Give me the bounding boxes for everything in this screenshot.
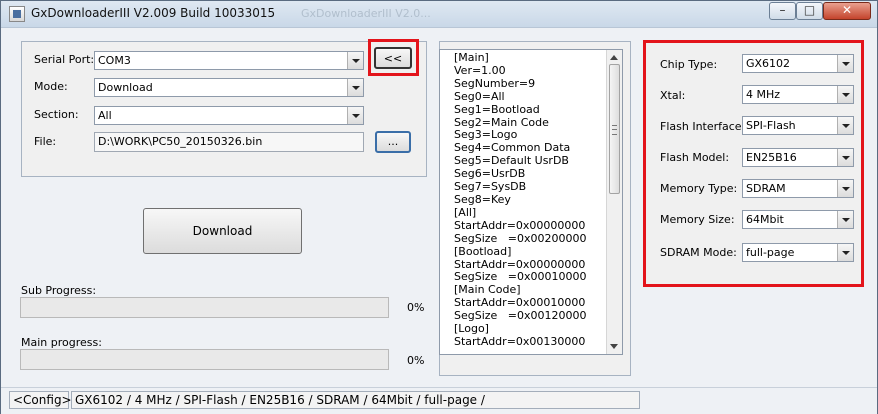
grip-icon — [612, 125, 617, 135]
chevron-down-icon — [837, 86, 853, 103]
main-progress-label: Main progress: — [21, 336, 102, 349]
minimize-button[interactable]: – — [769, 2, 796, 20]
status-config-summary-cell: GX6102 / 4 MHz / SPI-Flash / EN25B16 / S… — [71, 391, 640, 409]
browse-button[interactable]: ... — [375, 131, 411, 153]
config-line: StartAddr=0x00130000 — [454, 334, 586, 348]
maximize-icon: □ — [803, 3, 816, 17]
scroll-thumb[interactable] — [609, 64, 620, 194]
status-config-label: <Config> — [13, 393, 72, 407]
main-progress-bar — [20, 349, 389, 370]
main-progress-percent: 0% — [407, 354, 425, 367]
serial-port-label: Serial Port: — [34, 53, 95, 66]
sdram-mode-label: SDRAM Mode: — [660, 246, 737, 259]
status-config-summary: GX6102 / 4 MHz / SPI-Flash / EN25B16 / S… — [75, 393, 485, 407]
chevron-down-icon — [837, 117, 853, 134]
minimize-icon: – — [779, 3, 786, 17]
file-path-field[interactable]: D:\WORK\PC50_20150326.bin — [94, 132, 364, 152]
memory-type-select[interactable]: SDRAM — [742, 179, 854, 198]
status-config-label-cell: <Config> — [9, 391, 72, 409]
chevron-down-icon — [837, 55, 853, 72]
config-listbox[interactable]: [Main] Ver=1.00 SegNumber=9 Seg0=All Seg1=Bo… — [439, 49, 623, 355]
flash-interface-select[interactable]: SPI-Flash — [742, 116, 854, 135]
chevron-down-icon — [837, 244, 853, 261]
config-line: Seg0=All — [454, 89, 505, 103]
chevron-down-icon — [837, 211, 853, 228]
chevron-down-icon — [837, 149, 853, 166]
config-line: [All] — [454, 205, 477, 219]
maximize-button[interactable]: □ — [796, 2, 823, 20]
collapse-button[interactable]: << — [374, 47, 412, 69]
chevron-down-icon — [347, 107, 363, 124]
xtal-label: Xtal: — [660, 89, 686, 102]
status-bar: <Config> GX6102 / 4 MHz / SPI-Flash / EN… — [1, 387, 877, 414]
config-line: SegNumber=9 — [454, 76, 536, 90]
scroll-down-icon[interactable] — [610, 344, 618, 349]
flash-model-label: Flash Model: — [660, 151, 730, 164]
sdram-mode-select[interactable]: full-page — [742, 243, 854, 262]
flash-model-select[interactable]: EN25B16 — [742, 148, 854, 167]
app-icon — [9, 6, 25, 22]
chevron-down-icon — [347, 52, 363, 69]
background-window-title: GxDownloaderIII V2.0... — [301, 7, 431, 20]
serial-port-select[interactable]: COM3 — [94, 51, 364, 70]
chip-type-label: Chip Type: — [660, 58, 718, 71]
memory-type-label: Memory Type: — [660, 182, 738, 195]
config-line: [Logo] — [454, 322, 489, 336]
scroll-up-icon[interactable] — [610, 55, 618, 60]
sub-progress-bar — [20, 297, 389, 318]
title-bar: GxDownloaderIII V2.009 Build 10033015 Gx… — [1, 1, 877, 28]
chevron-down-icon — [347, 79, 363, 96]
chevron-down-icon — [837, 180, 853, 197]
flash-interface-label: Flash Interface: — [660, 120, 746, 133]
config-line: Ver=1.00 — [454, 63, 506, 77]
section-label: Section: — [34, 108, 79, 121]
config-line: Seg1=Bootload — [454, 102, 540, 116]
config-line: [Bootload] — [454, 244, 512, 258]
sub-progress-percent: 0% — [407, 301, 425, 314]
download-button[interactable]: Download — [143, 208, 302, 254]
chip-type-select[interactable]: GX6102 — [742, 54, 854, 73]
mode-select[interactable]: Download — [94, 78, 364, 97]
close-icon: ✕ — [841, 3, 853, 17]
config-line: Seg8=Key — [454, 192, 511, 206]
config-line: [Main] — [454, 51, 489, 64]
app-window: GxDownloaderIII V2.009 Build 10033015 Gx… — [0, 0, 878, 414]
memory-size-label: Memory Size: — [660, 213, 735, 226]
config-lines: [Main] Ver=1.00 SegNumber=9 Seg0=All Seg1=Bo… — [454, 51, 587, 349]
config-line: StartAddr=0x00000000 — [454, 218, 586, 232]
mode-label: Mode: — [34, 80, 68, 93]
sub-progress-label: Sub Progress: — [21, 284, 97, 297]
config-scrollbar[interactable] — [606, 50, 622, 354]
config-line: SegSize =0x00200000 — [454, 231, 587, 245]
memory-size-select[interactable]: 64Mbit — [742, 210, 854, 229]
section-select[interactable]: All — [94, 106, 364, 125]
close-button[interactable]: ✕ — [823, 2, 871, 20]
xtal-select[interactable]: 4 MHz — [742, 85, 854, 104]
file-label: File: — [34, 135, 57, 148]
window-title: GxDownloaderIII V2.009 Build 10033015 — [31, 6, 276, 20]
